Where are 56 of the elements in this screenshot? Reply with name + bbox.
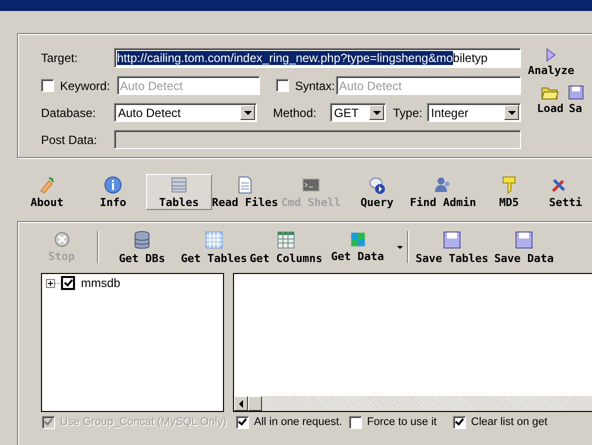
database-icon bbox=[132, 230, 152, 250]
save-icon bbox=[514, 230, 534, 250]
file-button[interactable]: Load bbox=[537, 85, 564, 115]
option-label: Force to use it bbox=[367, 416, 437, 428]
option-checkbox[interactable] bbox=[453, 416, 466, 428]
method-dropdown[interactable]: GET bbox=[330, 103, 386, 122]
method-label: Method: bbox=[273, 106, 318, 120]
speech-bubble-icon bbox=[367, 175, 387, 195]
selected-text: http://cailing.tom.com/index_ring_new.php?type=lingsheng&mo bbox=[117, 51, 453, 65]
toolbar-button[interactable]: Get DBs bbox=[106, 230, 178, 264]
option-label: All in one request. bbox=[254, 416, 342, 428]
url-text: biletyp bbox=[452, 51, 488, 65]
play-icon bbox=[546, 48, 556, 62]
toolbar-button[interactable]: Save Data bbox=[488, 230, 560, 264]
option-checkbox[interactable] bbox=[236, 416, 249, 428]
option-label: Clear list on get bbox=[471, 416, 548, 428]
toolbar-tab[interactable]: Find Admin bbox=[410, 174, 476, 210]
toolbar-tab[interactable]: MD5 bbox=[476, 174, 542, 210]
target-label: Target: bbox=[41, 51, 79, 65]
type-label: Type: bbox=[393, 106, 424, 120]
tree-item[interactable]: mmsdb bbox=[81, 276, 120, 290]
option-checkbox[interactable] bbox=[349, 416, 362, 428]
toolbar-button[interactable]: Get Columns bbox=[250, 230, 322, 264]
toolbar-tab[interactable]: Query bbox=[344, 174, 410, 210]
table-icon bbox=[276, 230, 296, 250]
folder-icon bbox=[541, 85, 560, 100]
database-dropdown[interactable]: Auto Detect bbox=[114, 103, 257, 122]
toolbar-tab[interactable]: About bbox=[14, 174, 80, 210]
toolbar-button[interactable]: Save Tables bbox=[416, 230, 488, 264]
dropdown-caret-icon[interactable] bbox=[397, 246, 403, 249]
keyword-label: Keyword: bbox=[60, 78, 112, 92]
type-dropdown[interactable]: Integer bbox=[427, 103, 521, 122]
horizontal-scrollbar[interactable] bbox=[234, 396, 592, 411]
file-button[interactable]: Sa bbox=[568, 85, 584, 115]
expand-icon[interactable] bbox=[46, 278, 55, 288]
save-icon bbox=[568, 85, 584, 100]
post-data-label: Post Data: bbox=[41, 132, 98, 146]
analyze-button[interactable]: Analyze bbox=[528, 48, 574, 77]
tree-checkbox[interactable] bbox=[61, 276, 75, 290]
table-icon bbox=[169, 175, 189, 195]
toolbar-tab[interactable]: Setti bbox=[542, 174, 592, 210]
grid-icon bbox=[204, 230, 224, 250]
database-label: Database: bbox=[41, 106, 97, 120]
keyword-input[interactable]: Auto Detect bbox=[117, 76, 260, 95]
syntax-label: Syntax: bbox=[295, 78, 336, 92]
syntax-checkbox[interactable] bbox=[276, 79, 289, 92]
toolbar-button[interactable]: Get Data bbox=[322, 231, 408, 263]
target-input[interactable]: http://cailing.tom.com/index_ring_new.php?type=lingsheng&mobiletyp bbox=[114, 48, 521, 68]
info-icon bbox=[103, 175, 123, 195]
toolbar-tab[interactable]: Info bbox=[80, 174, 146, 210]
toolbar-button[interactable]: Get Tables bbox=[178, 230, 250, 264]
save-icon bbox=[442, 230, 462, 250]
syntax-input[interactable]: Auto Detect bbox=[336, 76, 521, 95]
toolbar-tab[interactable]: Read Files bbox=[212, 174, 278, 210]
toolbar-tab[interactable]: Tables bbox=[146, 174, 212, 210]
keyword-checkbox[interactable] bbox=[41, 79, 54, 92]
